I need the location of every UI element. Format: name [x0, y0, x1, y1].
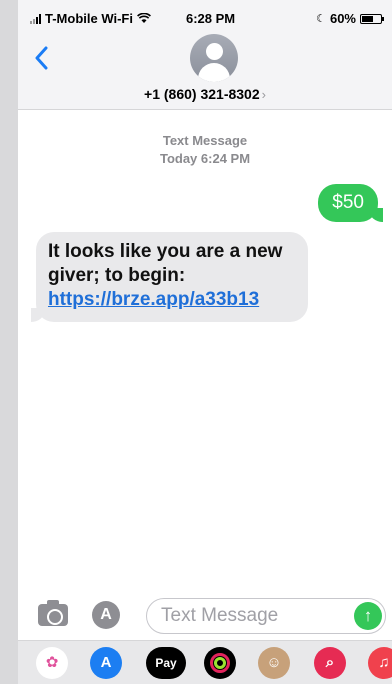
message-link[interactable]: https://brze.app/a33b13 [48, 289, 259, 310]
service-label: Text Message [162, 133, 248, 148]
wifi-icon [137, 13, 151, 23]
message-input-placeholder: Text Message [161, 605, 279, 626]
status-bar: T-Mobile Wi-Fi 6:28 PM ☾ 60% [18, 0, 392, 36]
memoji-icon: ☺ [266, 654, 282, 671]
incoming-message[interactable]: It looks like you are a new giver; to be… [31, 232, 308, 322]
apps-button[interactable]: A [92, 601, 120, 629]
photos-app-button[interactable]: ✿ [36, 647, 68, 679]
person-icon-body [198, 63, 230, 82]
chevron-left-icon [35, 46, 48, 70]
activity-app-button[interactable] [204, 647, 236, 679]
contact-avatar[interactable] [190, 34, 238, 82]
do-not-disturb-icon: ☾ [316, 13, 326, 25]
message-composer: A Text Message ↑ [18, 592, 392, 638]
back-button[interactable] [34, 46, 58, 72]
phone-frame: T-Mobile Wi-Fi 6:28 PM ☾ 60% +1 (860) 32… [0, 0, 392, 684]
person-icon [206, 43, 223, 60]
app-store-icon: A [100, 606, 112, 623]
arrow-up-icon: ↑ [363, 606, 373, 625]
carrier-info: T-Mobile Wi-Fi [30, 11, 151, 26]
cellular-signal-icon [30, 13, 41, 24]
app-store-icon: A [100, 654, 112, 671]
camera-button[interactable] [38, 600, 68, 626]
battery-percent: 60% [329, 11, 356, 26]
apple-pay-label: Pay [155, 656, 177, 670]
message-input[interactable]: Text Message [146, 598, 386, 634]
memoji-button[interactable]: ☺ [258, 647, 290, 679]
outgoing-message[interactable]: $50 [318, 184, 383, 222]
contact-name: +1 (860) 321-8302 [144, 86, 260, 102]
message-text: $50 [332, 192, 364, 213]
chevron-right-icon: › [261, 87, 266, 102]
battery-icon [360, 13, 384, 24]
send-button[interactable]: ↑ [354, 602, 382, 630]
message-timestamp: Today 6:24 PM [159, 151, 251, 166]
apple-pay-button[interactable]: Pay [146, 647, 186, 679]
battery-info: ☾ 60% [316, 11, 384, 26]
music-icon: ♫ [378, 654, 390, 671]
message-text: It looks like you are a new giver; to be… [48, 241, 283, 286]
activity-icon-inner [214, 657, 226, 669]
contact-name-button[interactable]: +1 (860) 321-8302 › [18, 86, 392, 102]
app-drawer: ✿ A Pay ☺ ⌕ ♫ [18, 640, 392, 684]
image-search-icon: ⌕ [325, 654, 335, 671]
image-search-button[interactable]: ⌕ [314, 647, 346, 679]
app-store-button[interactable]: A [90, 647, 122, 679]
messages-screen: T-Mobile Wi-Fi 6:28 PM ☾ 60% +1 (860) 32… [18, 0, 392, 684]
carrier-name: T-Mobile Wi-Fi [45, 11, 133, 26]
conversation-header: +1 (860) 321-8302 › [18, 34, 392, 110]
music-app-button[interactable]: ♫ [368, 647, 392, 679]
thread-meta: Text Message Today 6:24 PM [18, 132, 392, 168]
photos-icon: ✿ [45, 654, 59, 671]
clock: 6:28 PM [186, 11, 236, 26]
